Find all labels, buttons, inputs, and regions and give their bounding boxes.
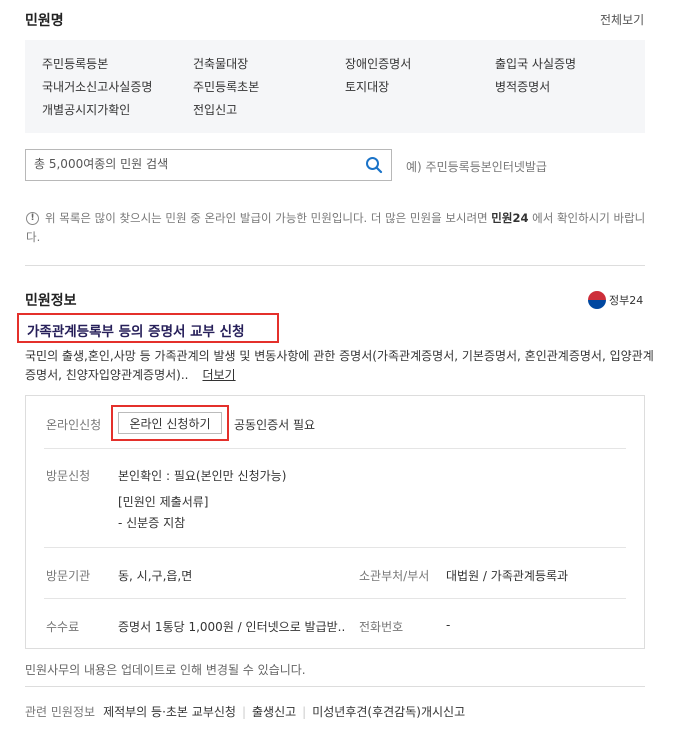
taegeuk-icon	[588, 291, 606, 309]
gov24-logo: 정부24	[588, 291, 646, 311]
description-text: 국민의 출생,혼인,사망 등 가족관계의 발생 및 변동사항에 관한 증명서(가…	[25, 349, 654, 382]
online-apply-label: 온라인신청	[46, 418, 102, 432]
section-title-petition-info: 민원정보	[25, 293, 77, 309]
cert-note: 공동인증서 필요	[234, 418, 316, 432]
view-all-link[interactable]: 전체보기	[600, 11, 644, 28]
related-link-guardianship[interactable]: 미성년후견(후견감독)개시신고	[312, 705, 465, 719]
apply-button-highlight: 온라인 신청하기	[111, 405, 229, 441]
row-divider	[44, 448, 626, 449]
gov24-label: 정부24	[609, 294, 644, 307]
phone-value: -	[446, 618, 451, 632]
office-value: 동, 시,구,읍,면	[118, 569, 193, 583]
related-link-birth-report[interactable]: 출생신고	[252, 705, 296, 719]
visit-documents-title: [민원인 제출서류]	[118, 495, 209, 509]
search-input[interactable]	[34, 157, 354, 171]
dept-value: 대법원 / 가족관계등록과	[446, 569, 569, 583]
separator: |	[302, 705, 307, 719]
quick-link-building-register[interactable]: 건축물대장	[193, 55, 248, 72]
visit-apply-label: 방문신청	[46, 469, 91, 483]
related-link-removal-register[interactable]: 제적부의 등·초본 교부신청	[103, 705, 236, 719]
fee-label: 수수료	[46, 620, 80, 634]
update-footnote: 민원사무의 내용은 업데이트로 인해 변경될 수 있습니다.	[25, 663, 306, 677]
quick-link-disability-cert[interactable]: 장애인증명서	[345, 55, 411, 72]
separator: |	[241, 705, 246, 719]
phone-label: 전화번호	[359, 620, 404, 634]
more-link[interactable]: 더보기	[202, 368, 235, 382]
minwon24-link[interactable]: 민원24	[491, 211, 528, 225]
search-icon[interactable]	[365, 156, 383, 174]
notice-before: 위 목록은 많이 찾으시는 민원 중 온라인 발급이 가능한 민원입니다. 더 …	[45, 211, 492, 225]
online-apply-button[interactable]: 온라인 신청하기	[118, 412, 222, 434]
visit-identity: 본인확인 : 필요(본인만 신청가능)	[118, 469, 287, 483]
row-divider	[44, 547, 626, 548]
quick-links-panel: 주민등록등본 건축물대장 장애인증명서 출입국 사실증명 국내거소신고사실증명 …	[25, 40, 645, 133]
quick-link-military-cert[interactable]: 병적증명서	[495, 78, 550, 95]
petition-description: 국민의 출생,혼인,사망 등 가족관계의 발생 및 변동사항에 관한 증명서(가…	[25, 347, 655, 385]
row-divider	[44, 598, 626, 599]
quick-link-residence-report[interactable]: 국내거소신고사실증명	[42, 78, 152, 95]
related-petitions: 관련 민원정보 제적부의 등·초본 교부신청 | 출생신고 | 미성년후견(후견감독)개시…	[25, 703, 465, 720]
section-divider	[25, 686, 645, 687]
petition-title-highlight: 가족관계등록부 등의 증명서 교부 신청	[17, 313, 279, 343]
search-example: 예) 주민등록등본인터넷발급	[406, 160, 547, 174]
dept-label: 소관부처/부서	[359, 569, 430, 583]
petition-title[interactable]: 가족관계등록부 등의 증명서 교부 신청	[27, 320, 245, 340]
quick-link-land-register[interactable]: 토지대장	[345, 78, 389, 95]
section-divider	[25, 265, 645, 266]
quick-link-immigration-cert[interactable]: 출입국 사실증명	[495, 55, 576, 72]
office-label: 방문기관	[46, 569, 91, 583]
petition-info-panel: 온라인신청 온라인 신청하기 공동인증서 필요 방문신청 본인확인 : 필요(본…	[25, 395, 645, 649]
quick-link-move-in-report[interactable]: 전입신고	[193, 101, 237, 118]
quick-link-resident-copy[interactable]: 주민등록등본	[42, 55, 108, 72]
quick-link-land-price[interactable]: 개별공시지가확인	[42, 101, 130, 118]
section-title-petition-name: 민원명	[25, 13, 64, 29]
notice-text: ! 위 목록은 많이 찾으시는 민원 중 온라인 발급이 가능한 민원입니다. 더…	[26, 209, 656, 247]
related-label: 관련 민원정보	[25, 705, 96, 719]
fee-value: 증명서 1통당 1,000원 / 인터넷으로 발급받..	[118, 620, 346, 634]
quick-link-resident-abstract[interactable]: 주민등록초본	[193, 78, 259, 95]
visit-documents-item: - 신분증 지참	[118, 516, 186, 530]
search-box	[25, 149, 392, 181]
exclamation-icon: !	[26, 212, 39, 225]
